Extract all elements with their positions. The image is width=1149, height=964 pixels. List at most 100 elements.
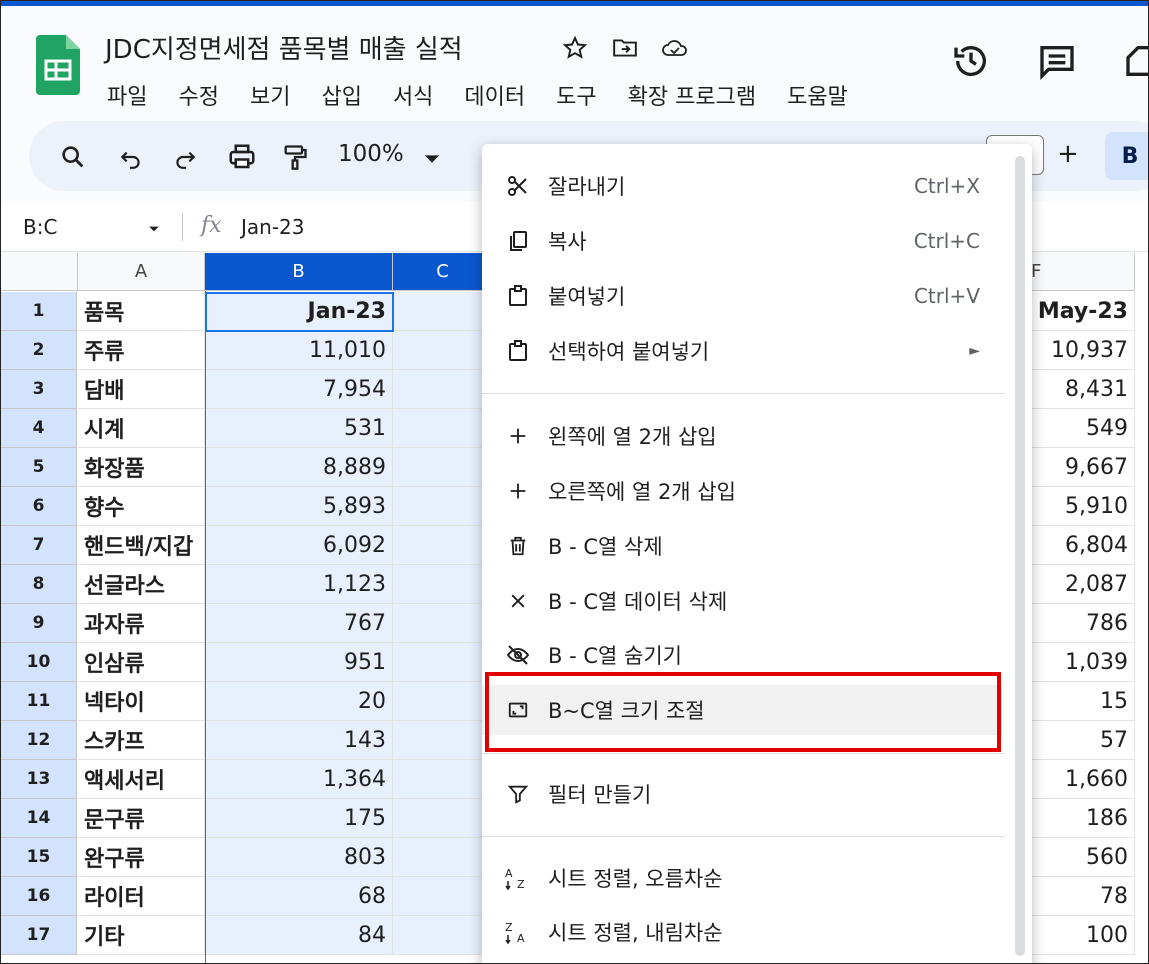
search-icon[interactable] bbox=[59, 139, 87, 175]
row-header[interactable]: 16 bbox=[1, 877, 77, 916]
cell-c[interactable] bbox=[393, 565, 493, 604]
cell-c[interactable] bbox=[393, 526, 493, 565]
cell-jan[interactable]: 175 bbox=[205, 799, 393, 838]
cell-jan[interactable]: Jan-23 bbox=[205, 292, 393, 331]
menu-item-hide-columns[interactable]: B - C열 숨기기 bbox=[482, 630, 1002, 680]
bold-button[interactable]: B bbox=[1105, 132, 1148, 180]
cell-c[interactable] bbox=[393, 370, 493, 409]
cell-item[interactable]: 과자류 bbox=[78, 604, 205, 643]
cell-c[interactable] bbox=[393, 799, 493, 838]
cell-c[interactable] bbox=[393, 877, 493, 916]
cell-jan[interactable]: 5,893 bbox=[205, 487, 393, 526]
row-header[interactable]: 11 bbox=[1, 682, 77, 721]
col-header-a[interactable]: A bbox=[78, 253, 205, 291]
menu-insert[interactable]: 삽입 bbox=[321, 79, 361, 111]
star-icon[interactable] bbox=[561, 34, 589, 62]
cell-item[interactable]: 화장품 bbox=[78, 448, 205, 487]
menu-data[interactable]: 데이터 bbox=[464, 79, 525, 111]
version-history-icon[interactable] bbox=[951, 41, 991, 81]
sheets-logo-icon[interactable] bbox=[36, 35, 80, 95]
cell-c[interactable] bbox=[393, 721, 493, 760]
cell-item[interactable]: 주류 bbox=[78, 331, 205, 370]
menu-item-sort-asc[interactable]: AZ 시트 정렬, 오름차순 bbox=[482, 853, 1002, 903]
zoom-dropdown-icon[interactable] bbox=[423, 141, 441, 177]
menu-item-copy[interactable]: 복사 Ctrl+C bbox=[482, 216, 1002, 266]
col-header-c[interactable]: C bbox=[393, 253, 493, 291]
undo-icon[interactable] bbox=[118, 139, 144, 175]
cell-jan[interactable]: 767 bbox=[205, 604, 393, 643]
cell-c[interactable] bbox=[393, 916, 493, 955]
cell-item[interactable]: 선글라스 bbox=[78, 565, 205, 604]
cell-jan[interactable]: 531 bbox=[205, 409, 393, 448]
row-header[interactable]: 4 bbox=[1, 409, 77, 448]
cell-item[interactable]: 시계 bbox=[78, 409, 205, 448]
menu-item-cut[interactable]: 잘라내기 Ctrl+X bbox=[482, 161, 1002, 211]
row-header[interactable]: 12 bbox=[1, 721, 77, 760]
cell-item[interactable]: 품목 bbox=[78, 292, 205, 331]
cell-jan[interactable]: 8,889 bbox=[205, 448, 393, 487]
cell-c[interactable] bbox=[393, 760, 493, 799]
cell-item[interactable]: 넥타이 bbox=[78, 682, 205, 721]
print-icon[interactable] bbox=[227, 139, 257, 175]
cell-item[interactable]: 문구류 bbox=[78, 799, 205, 838]
cell-c[interactable] bbox=[393, 643, 493, 682]
row-header[interactable]: 1 bbox=[1, 292, 77, 331]
comments-icon[interactable] bbox=[1037, 41, 1077, 81]
name-box[interactable]: B:C bbox=[23, 215, 57, 239]
cell-item[interactable]: 스카프 bbox=[78, 721, 205, 760]
menu-item-insert-left[interactable]: 왼쪽에 열 2개 삽입 bbox=[482, 411, 1002, 461]
select-all-corner[interactable] bbox=[1, 253, 78, 291]
row-header[interactable]: 14 bbox=[1, 799, 77, 838]
menu-item-paste[interactable]: 붙여넣기 Ctrl+V bbox=[482, 271, 1002, 321]
cell-jan[interactable]: 143 bbox=[205, 721, 393, 760]
cell-item[interactable]: 향수 bbox=[78, 487, 205, 526]
cell-jan[interactable]: 1,123 bbox=[205, 565, 393, 604]
cell-item[interactable]: 담배 bbox=[78, 370, 205, 409]
increase-font-size-icon[interactable]: + bbox=[1057, 139, 1079, 169]
move-folder-icon[interactable] bbox=[611, 34, 639, 62]
cell-item[interactable]: 인삼류 bbox=[78, 643, 205, 682]
cell-jan[interactable]: 68 bbox=[205, 877, 393, 916]
cell-jan[interactable]: 6,092 bbox=[205, 526, 393, 565]
cell-item[interactable]: 핸드백/지갑 bbox=[78, 526, 205, 565]
row-header[interactable]: 6 bbox=[1, 487, 77, 526]
menu-item-delete-columns[interactable]: B - C열 삭제 bbox=[482, 521, 1002, 571]
document-title[interactable]: JDC지정면세점 품목별 매출 실적 bbox=[105, 29, 463, 66]
cloud-saved-icon[interactable] bbox=[661, 34, 689, 62]
cell-jan[interactable]: 951 bbox=[205, 643, 393, 682]
cell-item[interactable]: 완구류 bbox=[78, 838, 205, 877]
formula-input[interactable]: Jan-23 bbox=[241, 215, 305, 239]
cell-c[interactable] bbox=[393, 448, 493, 487]
paint-format-icon[interactable] bbox=[281, 139, 309, 175]
menu-item-insert-right[interactable]: 오른쪽에 열 2개 삽입 bbox=[482, 466, 1002, 516]
cell-item[interactable]: 액세서리 bbox=[78, 760, 205, 799]
row-header[interactable]: 9 bbox=[1, 604, 77, 643]
meet-icon[interactable] bbox=[1123, 41, 1149, 81]
cell-c[interactable] bbox=[393, 682, 493, 721]
cell-jan[interactable]: 803 bbox=[205, 838, 393, 877]
row-header[interactable]: 15 bbox=[1, 838, 77, 877]
cell-jan[interactable]: 11,010 bbox=[205, 331, 393, 370]
cell-jan[interactable]: 1,364 bbox=[205, 760, 393, 799]
menu-format[interactable]: 서식 bbox=[393, 79, 433, 111]
cell-jan[interactable]: 20 bbox=[205, 682, 393, 721]
menu-item-create-filter[interactable]: 필터 만들기 bbox=[482, 769, 1002, 819]
menu-tools[interactable]: 도구 bbox=[556, 79, 596, 111]
cell-item[interactable]: 라이터 bbox=[78, 877, 205, 916]
cell-item[interactable]: 기타 bbox=[78, 916, 205, 955]
col-header-b[interactable]: B bbox=[205, 253, 393, 291]
row-header[interactable]: 17 bbox=[1, 916, 77, 955]
cell-c[interactable] bbox=[393, 487, 493, 526]
cell-c[interactable] bbox=[393, 292, 493, 331]
context-menu-scrollbar[interactable] bbox=[1015, 156, 1025, 956]
menu-item-resize-columns[interactable]: B~C열 크기 조절 bbox=[482, 685, 1002, 735]
row-header[interactable]: 3 bbox=[1, 370, 77, 409]
cell-c[interactable] bbox=[393, 331, 493, 370]
row-header[interactable]: 7 bbox=[1, 526, 77, 565]
cell-c[interactable] bbox=[393, 604, 493, 643]
menu-item-sort-desc[interactable]: ZA 시트 정렬, 내림차순 bbox=[482, 907, 1002, 957]
cell-jan[interactable]: 84 bbox=[205, 916, 393, 955]
menu-extensions[interactable]: 확장 프로그램 bbox=[628, 79, 756, 111]
menu-edit[interactable]: 수정 bbox=[178, 79, 218, 111]
redo-icon[interactable] bbox=[172, 139, 198, 175]
